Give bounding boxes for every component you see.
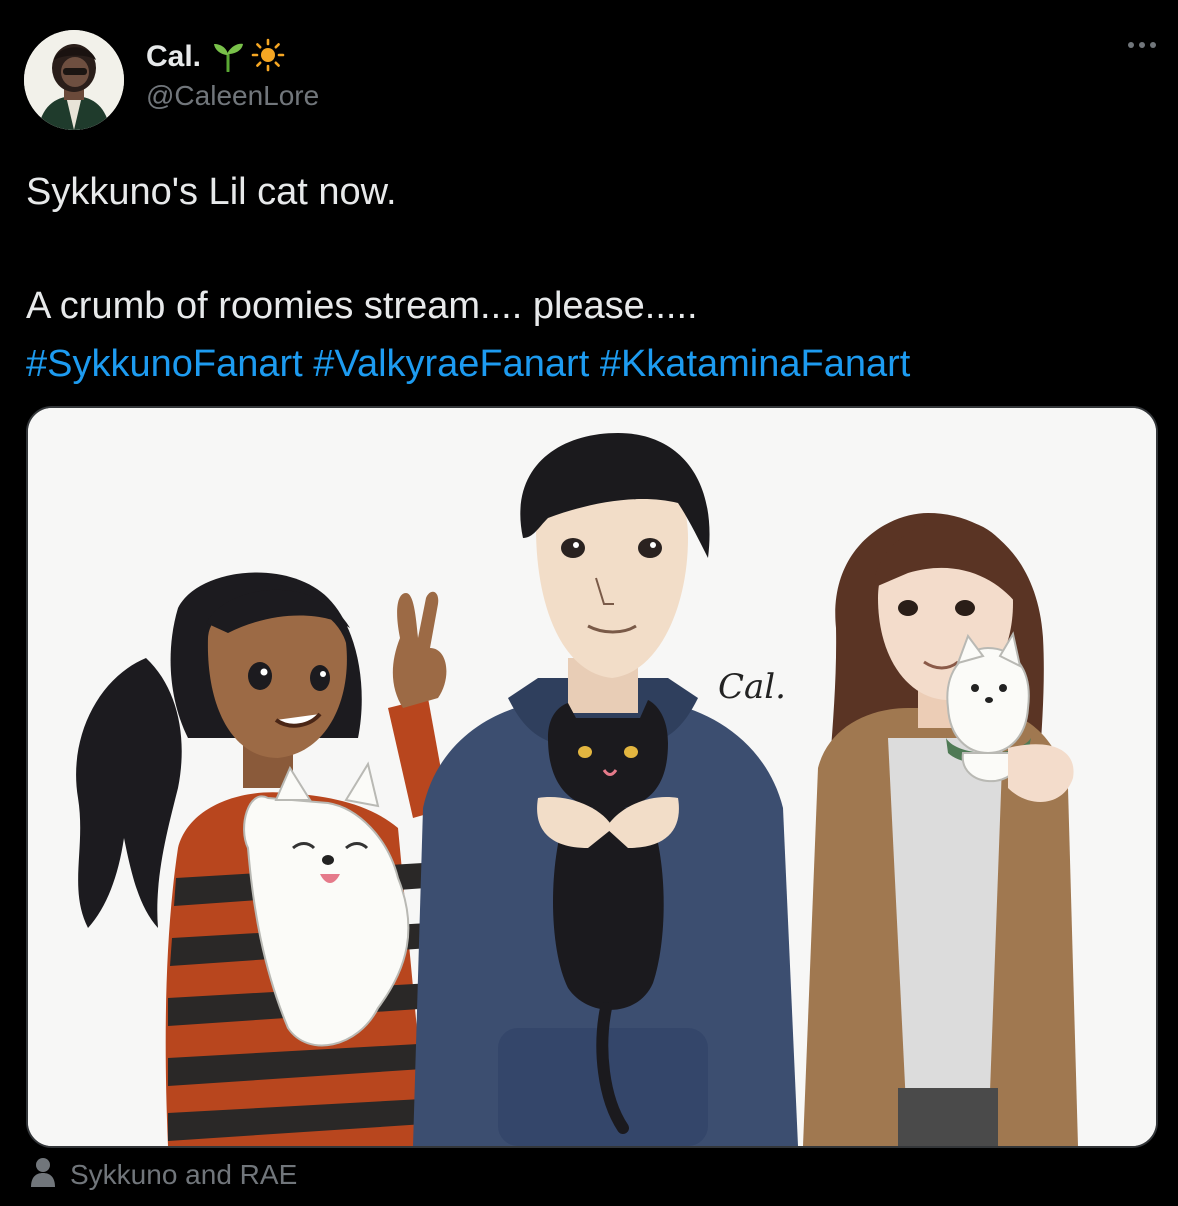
tagged-users[interactable]: Sykkuno and RAE (30, 1157, 297, 1192)
hashtag-link[interactable]: #ValkyraeFanart (313, 343, 589, 385)
signature: Cal. (718, 667, 786, 707)
more-options-icon[interactable] (1128, 42, 1156, 48)
tweet-text-line-1: Sykkuno's Lil cat now. (26, 171, 397, 213)
author-name-row[interactable]: Cal. (146, 38, 285, 77)
right-character (803, 513, 1078, 1146)
person-icon (30, 1157, 56, 1192)
user-handle[interactable]: @CaleenLore (146, 80, 319, 112)
tweet-text-line-2: A crumb of roomies stream.... please....… (26, 285, 698, 327)
hashtag-list: #SykkunoFanart #ValkyraeFanart #Kkatamin… (26, 335, 1146, 393)
hashtag-link[interactable]: #KkataminaFanart (600, 343, 911, 385)
tagged-users-text[interactable]: Sykkuno and RAE (70, 1159, 297, 1191)
tweet-image[interactable]: Cal. (26, 406, 1158, 1148)
fanart-illustration: Cal. (28, 408, 1156, 1146)
display-name[interactable]: Cal. (146, 40, 201, 74)
sun-icon (251, 38, 285, 77)
avatar[interactable] (24, 30, 124, 130)
tweet-text: Sykkuno's Lil cat now. A crumb of roomie… (26, 163, 1146, 393)
seedling-icon (211, 38, 245, 77)
hashtag-link[interactable]: #SykkunoFanart (26, 343, 303, 385)
